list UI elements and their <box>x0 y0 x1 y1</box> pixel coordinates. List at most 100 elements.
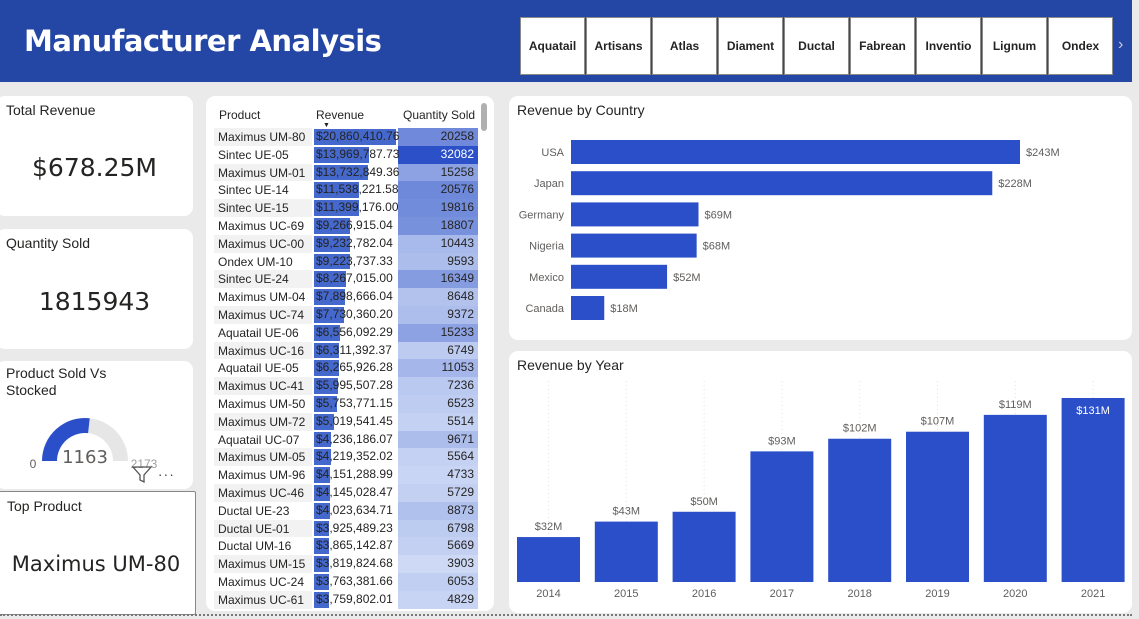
table-row[interactable]: Ductal UE-01 $3,925,489.23 6798 <box>214 519 482 538</box>
cell-product: Maximus UM-80 <box>214 128 312 146</box>
cell-product: Maximus UM-96 <box>218 468 306 483</box>
cell-revenue: $3,865,142.87 <box>312 537 398 555</box>
cell-product: Maximus UC-00 <box>214 234 312 253</box>
table-row[interactable]: Sintec UE-24 $8,267,015.00 16349 <box>214 270 482 289</box>
cell-quantity: 5729 <box>398 483 478 502</box>
slicer-item-ondex[interactable]: Ondex <box>1048 17 1113 75</box>
top-product-value: Maximus UM-80 <box>11 552 181 576</box>
cell-product: Maximus UC-74 <box>214 305 312 324</box>
cell-revenue: $5,019,541.45 <box>312 413 398 431</box>
data-label: $52M <box>673 272 701 284</box>
data-label: $131M <box>1076 405 1110 417</box>
data-label: $43M <box>613 506 641 518</box>
cell-product: Maximus UC-69 <box>218 218 305 233</box>
table-row[interactable]: Maximus UM-72 $5,019,541.45 5514 <box>214 412 482 431</box>
country-bar <box>571 171 993 196</box>
revenue-text: $13,732,849.36 <box>316 164 400 179</box>
data-label: $68M <box>703 241 731 253</box>
filter-icon[interactable] <box>131 466 156 487</box>
country-bar <box>571 202 699 227</box>
quantity-sold-card: Quantity Sold 1815943 <box>0 229 193 349</box>
slicer-item-artisans[interactable]: Artisans <box>586 17 651 75</box>
table-row[interactable]: Sintec UE-05 $13,969,787.73 32082 <box>214 145 482 164</box>
category-label: USA <box>541 147 564 159</box>
cell-revenue: $5,995,507.28 <box>312 377 398 395</box>
cell-quantity: 8873 <box>398 501 478 520</box>
table-row[interactable]: Aquatail UE-06 $6,556,092.29 15233 <box>214 323 482 342</box>
table-row[interactable]: Maximus UM-96 $4,151,288.99 4733 <box>214 466 482 484</box>
table-row[interactable]: Ondex UM-10 $9,223,737.33 9593 <box>214 252 482 271</box>
category-label: Nigeria <box>529 241 565 253</box>
cell-revenue: $5,753,771.15 <box>312 395 398 413</box>
table-row[interactable]: Maximus UC-00 $9,232,782.04 10443 <box>214 234 482 253</box>
table-row[interactable]: Maximus UC-46 $4,145,028.47 5729 <box>214 483 482 502</box>
table-row[interactable]: Maximus UC-74 $7,730,360.20 9372 <box>214 305 482 324</box>
table-row[interactable]: Aquatail UE-05 $6,265,926.28 11053 <box>214 359 482 378</box>
revenue-text: $11,538,221.58 <box>316 182 399 197</box>
cell-quantity: 4829 <box>398 590 478 609</box>
slicer-item-aquatail[interactable]: Aquatail <box>520 17 585 75</box>
year-column-chart: $32M 2014 $43M 2015 $50M 2016 $93M 2017 $102M 201… <box>517 381 1125 600</box>
category-label: 2016 <box>692 588 716 600</box>
cell-revenue: $9,232,782.04 <box>312 235 398 253</box>
cell-revenue: $20,860,410.76 <box>312 128 399 146</box>
more-options-icon[interactable]: ··· <box>158 466 175 482</box>
slicer-item-lignum[interactable]: Lignum <box>982 17 1047 75</box>
table-row[interactable]: Maximus UM-80 $20,860,410.76 20258 <box>214 128 482 146</box>
cell-quantity: 19816 <box>398 199 478 217</box>
revenue-text: $6,556,092.29 <box>316 324 393 339</box>
revenue-text: $9,232,782.04 <box>316 235 393 250</box>
cell-quantity: 20258 <box>398 128 478 146</box>
table-row[interactable]: Maximus UC-16 $6,311,392.37 6749 <box>214 341 482 360</box>
card-title: Total Revenue <box>6 102 96 118</box>
table-row[interactable]: Maximus UC-41 $5,995,507.28 7236 <box>214 377 482 395</box>
slicer-item-fabrean[interactable]: Fabrean <box>850 17 915 75</box>
slicer-item-inventio[interactable]: Inventio <box>916 17 981 75</box>
cell-product: Aquatail UE-05 <box>218 361 299 376</box>
column-header-product[interactable]: Product <box>219 108 260 122</box>
cell-product: Maximus UC-46 <box>214 483 312 502</box>
country-bar-chart: USA $243M Japan $228M Germany $69M Nigeria $68M… <box>519 140 1060 320</box>
cell-quantity: 9372 <box>398 305 478 324</box>
table-row[interactable]: Sintec UE-14 $11,538,221.58 20576 <box>214 181 482 200</box>
column-header-quantity[interactable]: Quantity Sold <box>403 108 475 122</box>
table-row[interactable]: Ductal UM-16 $3,865,142.87 5669 <box>214 537 482 556</box>
table-row[interactable]: Sintec UE-15 $11,399,176.00 19816 <box>214 199 482 217</box>
table-row[interactable]: Maximus UM-50 $5,753,771.15 6523 <box>214 394 482 413</box>
revenue-text: $5,995,507.28 <box>316 378 393 393</box>
revenue-text: $6,265,926.28 <box>316 360 393 375</box>
revenue-text: $3,925,489.23 <box>316 520 393 535</box>
table-row[interactable]: Maximus UM-04 $7,898,666.04 8648 <box>214 288 482 306</box>
cell-product: Ductal UM-16 <box>218 539 292 554</box>
slicer-next-icon[interactable]: › <box>1118 36 1123 54</box>
table-row[interactable]: Maximus UC-61 $3,759,802.01 4829 <box>214 590 482 609</box>
revenue-text: $9,266,915.04 <box>316 217 393 232</box>
cell-revenue: $4,023,634.71 <box>312 502 398 520</box>
revenue-text: $3,865,142.87 <box>316 538 393 553</box>
slicer-item-ductal[interactable]: Ductal <box>784 17 849 75</box>
table-row[interactable]: Ductal UE-23 $4,023,634.71 8873 <box>214 501 482 520</box>
table-row[interactable]: Maximus UM-05 $4,219,352.02 5564 <box>214 448 482 467</box>
revenue-text: $9,223,737.33 <box>316 253 393 268</box>
cell-product: Maximus UM-01 <box>214 163 312 182</box>
revenue-text: $3,763,381.66 <box>316 573 393 588</box>
cell-product: Maximus UM-50 <box>218 396 306 411</box>
country-bar <box>571 264 668 289</box>
table-row[interactable]: Maximus UC-69 $9,266,915.04 18807 <box>214 216 482 235</box>
cell-quantity: 18807 <box>398 216 478 235</box>
column-header-revenue[interactable]: Revenue <box>316 108 364 122</box>
table-row[interactable]: Aquatail UC-07 $4,236,186.07 9671 <box>214 430 482 449</box>
table-row[interactable]: Maximus UM-01 $13,732,849.36 15258 <box>214 163 482 182</box>
category-label: 2015 <box>614 588 638 600</box>
cell-revenue: $4,145,028.47 <box>312 484 398 502</box>
table-row[interactable]: Maximus UC-24 $3,763,381.66 6053 <box>214 572 482 591</box>
slicer-item-atlas[interactable]: Atlas <box>652 17 717 75</box>
table-row[interactable]: Maximus UM-15 $3,819,824.68 3903 <box>214 555 482 573</box>
revenue-text: $4,219,352.02 <box>316 449 393 464</box>
table-scrollbar[interactable] <box>481 103 487 131</box>
revenue-text: $4,145,028.47 <box>316 484 393 499</box>
manufacturer-slicer: Aquatail Artisans Atlas Diament Ductal F… <box>520 17 1114 75</box>
slicer-item-diament[interactable]: Diament <box>718 17 783 75</box>
cell-quantity: 5564 <box>398 448 478 467</box>
cell-product: Sintec UE-15 <box>214 199 312 217</box>
